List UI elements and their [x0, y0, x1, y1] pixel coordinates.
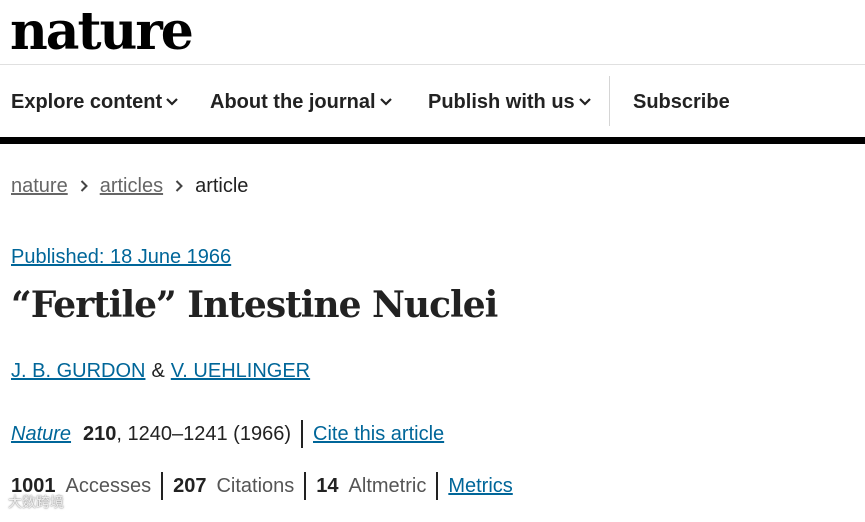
chevron-down-icon	[379, 98, 392, 106]
nav-publish-with-us-label: Publish with us	[428, 90, 575, 113]
pages-year: , 1240–1241 (1966)	[116, 422, 291, 445]
author-link[interactable]: J. B. GURDON	[11, 360, 145, 383]
altmetric-label: Altmetric	[348, 474, 427, 497]
metrics-divider	[161, 472, 164, 500]
journal-link[interactable]: Nature	[11, 423, 71, 446]
nav-publish-with-us[interactable]: Publish with us	[428, 66, 591, 138]
author-separator: &	[151, 360, 165, 382]
metrics-divider	[304, 472, 307, 500]
chevron-right-icon	[80, 180, 88, 192]
altmetric-count: 14	[316, 474, 339, 497]
published-date[interactable]: Published: 18 June 1966	[11, 246, 231, 269]
main-nav: Explore content About the journal Publis…	[0, 66, 865, 138]
chevron-down-icon	[578, 98, 591, 106]
metrics-bar: 1001 Accesses 207 Citations 14 Altmetric…	[11, 472, 513, 500]
chevron-down-icon	[166, 98, 178, 106]
citation-line: Nature 210 , 1240–1241 (1966) Cite this …	[11, 420, 444, 448]
citations-label: Citations	[216, 474, 295, 497]
metrics-link[interactable]: Metrics	[448, 475, 512, 498]
article-title: “Fertile” Intestine Nuclei	[11, 284, 498, 326]
volume: 210	[83, 422, 117, 445]
citation-divider	[301, 420, 303, 448]
subscribe-link[interactable]: Subscribe	[633, 66, 730, 138]
subscribe-label: Subscribe	[633, 90, 730, 113]
nav-divider	[609, 76, 610, 126]
nav-bottom-rule	[0, 137, 865, 144]
metrics-divider	[436, 472, 439, 500]
nav-about-journal-label: About the journal	[210, 90, 376, 113]
header-divider	[0, 64, 865, 65]
chevron-right-icon	[175, 180, 183, 192]
citations-count: 207	[173, 474, 207, 497]
breadcrumb-articles[interactable]: articles	[100, 175, 163, 198]
author-list: J. B. GURDON & V. UEHLINGER	[11, 360, 310, 383]
nav-explore-content[interactable]: Explore content	[11, 66, 178, 138]
nav-explore-content-label: Explore content	[11, 90, 163, 113]
watermark: 大数跨境	[8, 494, 64, 510]
accesses-label: Accesses	[65, 474, 152, 497]
nature-logo[interactable]: nature	[10, 2, 194, 62]
breadcrumb-current: article	[195, 174, 249, 197]
breadcrumb: nature articles article	[11, 172, 248, 200]
breadcrumb-home[interactable]: nature	[11, 175, 68, 198]
cite-this-article-link[interactable]: Cite this article	[313, 423, 444, 446]
author-link[interactable]: V. UEHLINGER	[171, 360, 310, 383]
nav-about-journal[interactable]: About the journal	[210, 66, 392, 138]
